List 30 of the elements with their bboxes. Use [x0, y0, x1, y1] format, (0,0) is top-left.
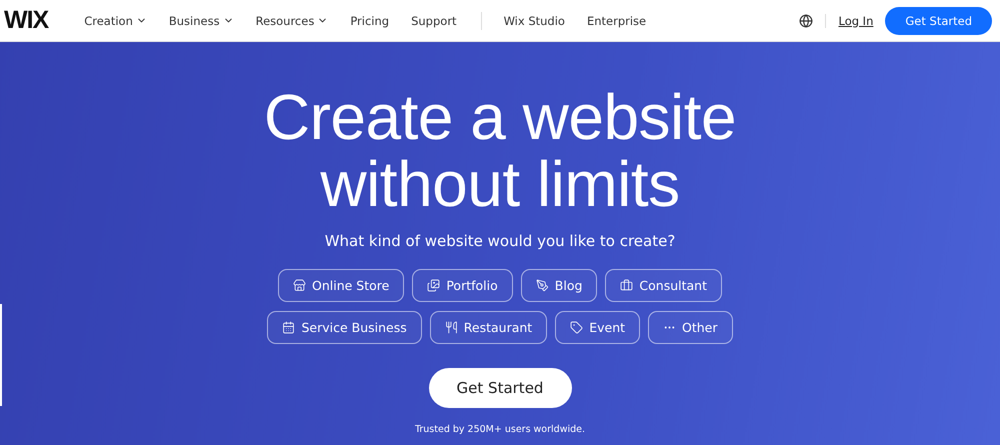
category-chip[interactable]: Portfolio: [412, 269, 513, 302]
category-chip[interactable]: Blog: [520, 269, 598, 302]
store-icon: [292, 279, 306, 292]
pen-icon: [536, 279, 549, 292]
hero-title: Create a website without limits: [264, 84, 736, 218]
nav-link[interactable]: Support: [411, 14, 457, 28]
globe-icon[interactable]: [799, 14, 814, 28]
nav-link[interactable]: Wix Studio: [504, 14, 565, 28]
category-chip[interactable]: Consultant: [605, 269, 722, 302]
category-chip[interactable]: Service Business: [267, 311, 422, 344]
trust-note: Trusted by 250M+ users worldwide.: [414, 424, 586, 435]
images-icon: [427, 279, 440, 292]
category-chip[interactable]: Other: [648, 311, 733, 344]
tag-icon: [570, 321, 584, 334]
nav-link[interactable]: Enterprise: [586, 14, 646, 28]
nav-link[interactable]: Business: [168, 14, 234, 28]
logo[interactable]: WIX: [4, 6, 48, 35]
hero-question: What kind of website would you like to create?: [324, 232, 676, 250]
get-started-button[interactable]: Get Started: [428, 368, 572, 408]
login-link[interactable]: Log In: [825, 14, 874, 28]
calendar-icon: [282, 321, 296, 334]
nav-link[interactable]: Resources: [256, 14, 328, 28]
get-started-button[interactable]: Get Started: [885, 6, 992, 34]
category-chip[interactable]: Online Store: [278, 269, 404, 302]
utensils-icon: [444, 321, 458, 334]
category-chip[interactable]: Restaurant: [430, 311, 548, 344]
briefcase-icon: [620, 279, 634, 292]
nav-link[interactable]: Pricing: [350, 14, 390, 28]
category-chip[interactable]: Event: [555, 311, 640, 344]
nav-link[interactable]: Creation: [84, 14, 147, 28]
